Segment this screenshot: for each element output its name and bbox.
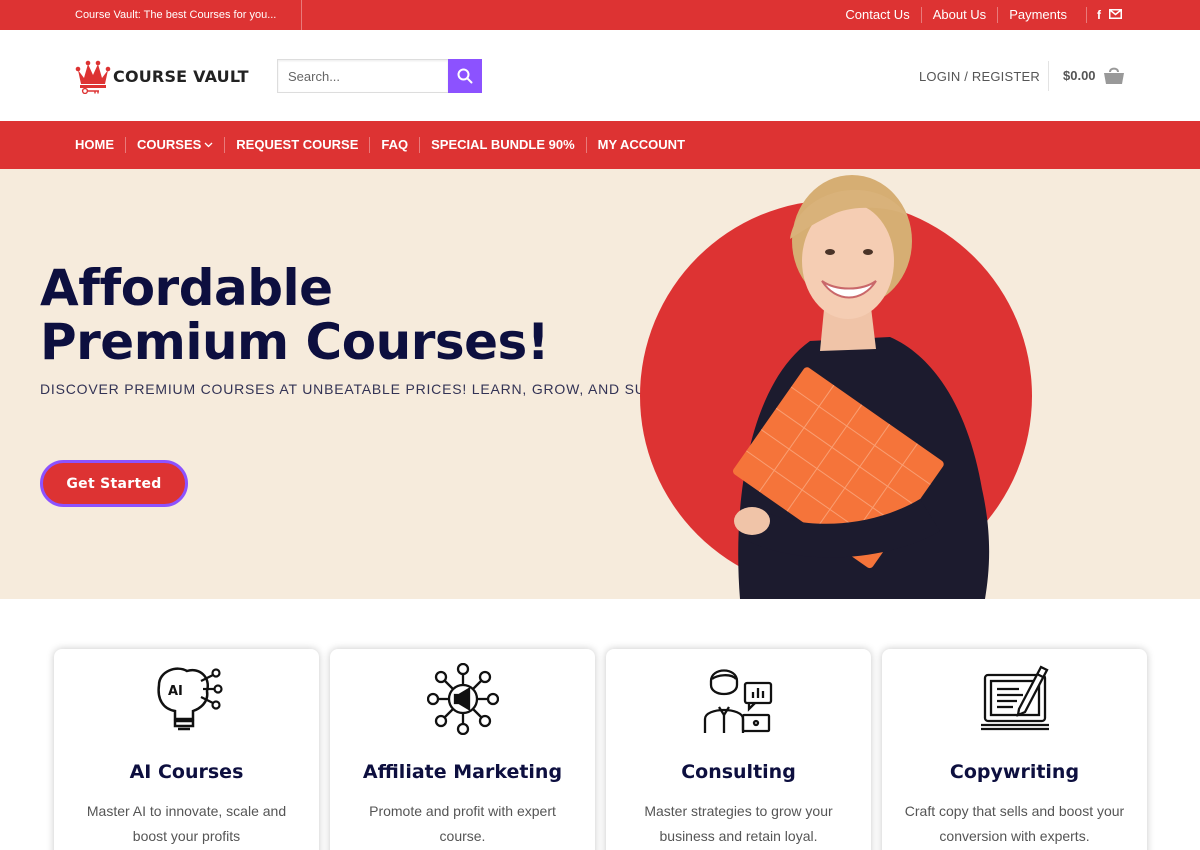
nav-label: SPECIAL BUNDLE 90% — [431, 137, 575, 152]
shopping-bag-icon — [1103, 67, 1124, 84]
top-links: Contact Us About Us Payments f — [834, 7, 1122, 23]
divider — [301, 0, 302, 30]
hero-student-image — [640, 175, 1032, 599]
get-started-button[interactable]: Get Started — [40, 460, 188, 507]
main-nav: HOME COURSES REQUEST COURSE FAQ SPECIAL … — [0, 121, 1200, 169]
nav-item-request-course[interactable]: REQUEST COURSE — [224, 137, 369, 153]
megaphone-network-icon — [427, 663, 499, 735]
nav-item-special-bundle[interactable]: SPECIAL BUNDLE 90% — [419, 137, 586, 153]
search-button[interactable] — [448, 59, 482, 93]
search-input[interactable] — [277, 59, 448, 93]
nav-label: REQUEST COURSE — [236, 137, 359, 152]
nav-item-courses[interactable]: COURSES — [125, 137, 224, 153]
card-title: Affiliate Marketing — [362, 761, 563, 783]
logo-text: COURSE VAULT — [113, 66, 249, 86]
hero-section: Affordable Premium Courses! DISCOVER PRE… — [0, 169, 1200, 599]
nav-label: MY ACCOUNT — [597, 137, 686, 152]
search-bar — [277, 59, 482, 93]
ai-brain-icon: AI — [157, 667, 223, 731]
card-title: AI Courses — [129, 761, 244, 783]
nav-label: COURSES — [137, 137, 202, 152]
site-tagline: Course Vault: The best Courses for you..… — [75, 9, 277, 21]
card-description: Master strategies to grow your business … — [644, 803, 833, 844]
crown-icon — [75, 60, 111, 94]
payments-link[interactable]: Payments — [997, 7, 1078, 23]
hero-title-line-1: Affordable — [40, 259, 333, 317]
email-icon[interactable] — [1109, 9, 1122, 21]
nav-label: FAQ — [381, 137, 409, 152]
card-description: Craft copy that sells and boost your con… — [904, 803, 1125, 844]
divider — [1048, 61, 1049, 91]
social-links: f — [1086, 7, 1122, 23]
facebook-icon[interactable]: f — [1097, 9, 1101, 21]
login-register-link[interactable]: LOGIN / REGISTER — [919, 69, 1040, 84]
card-description: Master AI to innovate, scale and boost y… — [86, 803, 287, 844]
laptop-pen-icon — [981, 665, 1049, 731]
card-copywriting[interactable]: Copywriting Craft copy that sells and bo… — [882, 649, 1147, 850]
hero-title: Affordable Premium Courses! — [40, 259, 550, 371]
hero-subtitle: DISCOVER PREMIUM COURSES AT UNBEATABLE P… — [40, 381, 699, 397]
nav-item-my-account[interactable]: MY ACCOUNT — [585, 137, 696, 153]
search-icon — [457, 68, 473, 84]
card-description: Promote and profit with expert course. — [369, 803, 556, 844]
card-title: Copywriting — [949, 761, 1080, 783]
chevron-down-icon — [204, 137, 213, 153]
about-us-link[interactable]: About Us — [920, 7, 997, 23]
top-bar: Course Vault: The best Courses for you..… — [0, 0, 1200, 30]
card-title: Consulting — [681, 761, 796, 783]
card-ai-courses[interactable]: AI AI Courses Master AI to innovate, sca… — [54, 649, 319, 850]
card-consulting[interactable]: Consulting Master strategies to grow you… — [606, 649, 871, 850]
cart-total: $0.00 — [1063, 67, 1096, 83]
site-header: COURSE VAULT LOGIN / REGISTER $0.00 — [0, 30, 1200, 121]
logo[interactable]: COURSE VAULT — [75, 58, 249, 94]
consultant-icon — [703, 669, 773, 733]
nav-label: HOME — [75, 137, 114, 152]
contact-us-link[interactable]: Contact Us — [834, 7, 920, 23]
card-affiliate-marketing[interactable]: Affiliate Marketing Promote and profit w… — [330, 649, 595, 850]
cart-button[interactable]: $0.00 — [1063, 65, 1125, 85]
nav-item-faq[interactable]: FAQ — [369, 137, 419, 153]
category-cards: AI AI Courses Master AI to innovate, sca… — [54, 649, 1147, 850]
ai-icon-text: AI — [168, 684, 183, 699]
nav-item-home[interactable]: HOME — [75, 137, 125, 153]
hero-title-line-2: Premium Courses! — [40, 313, 550, 371]
